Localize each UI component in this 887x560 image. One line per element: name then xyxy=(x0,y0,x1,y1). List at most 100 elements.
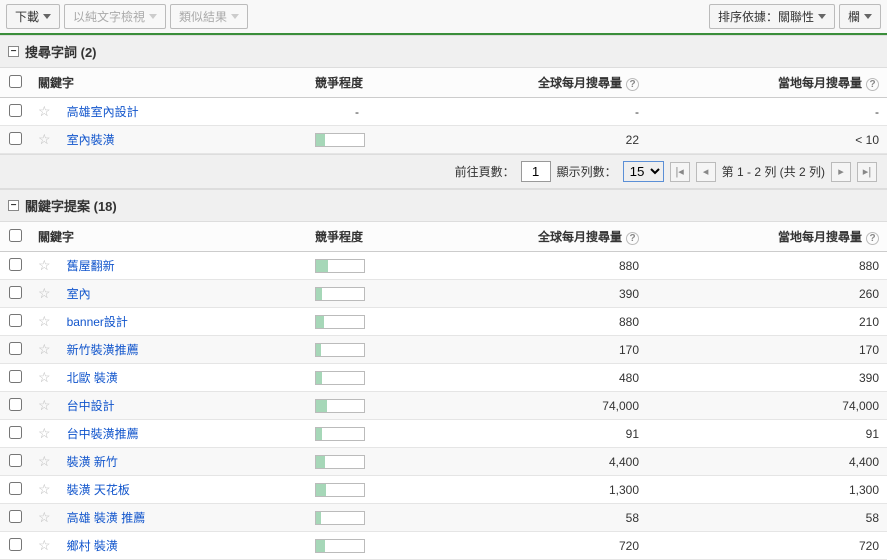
row-checkbox[interactable] xyxy=(9,454,22,467)
keyword-link[interactable]: 室內 xyxy=(67,287,91,301)
goto-page-input[interactable] xyxy=(521,161,551,182)
download-button[interactable]: 下載 xyxy=(6,4,60,29)
competition-cell xyxy=(307,532,407,560)
prev-page-button[interactable]: ◂ xyxy=(696,162,716,182)
last-page-button[interactable]: ▸| xyxy=(857,162,877,182)
table-row: ☆裝潢 天花板1,3001,300 xyxy=(0,476,887,504)
col-global: 全球每月搜尋量? xyxy=(407,68,647,98)
global-searches: 390 xyxy=(407,280,647,308)
keyword-link[interactable]: 鄉村 裝潢 xyxy=(67,539,118,553)
collapse-icon[interactable]: − xyxy=(8,200,19,211)
col-competition: 競爭程度 xyxy=(307,222,407,252)
table-row: ☆台中設計74,00074,000 xyxy=(0,392,887,420)
row-checkbox[interactable] xyxy=(9,482,22,495)
help-icon[interactable]: ? xyxy=(626,78,639,91)
star-icon[interactable]: ☆ xyxy=(38,481,51,497)
competition-cell xyxy=(307,420,407,448)
keyword-link[interactable]: 北歐 裝潢 xyxy=(67,371,118,385)
keyword-link[interactable]: 新竹裝潢推薦 xyxy=(67,343,139,357)
search-terms-table: 關鍵字 競爭程度 全球每月搜尋量? 當地每月搜尋量? ☆高雄室內設計---☆室內… xyxy=(0,68,887,154)
global-searches: 91 xyxy=(407,420,647,448)
global-searches: 58 xyxy=(407,504,647,532)
help-icon[interactable]: ? xyxy=(866,78,879,91)
star-icon[interactable]: ☆ xyxy=(38,537,51,553)
row-checkbox[interactable] xyxy=(9,426,22,439)
star-icon[interactable]: ☆ xyxy=(38,397,51,413)
table-row: ☆ 室內 390260 xyxy=(0,280,887,308)
row-checkbox[interactable] xyxy=(9,314,22,327)
row-checkbox[interactable] xyxy=(9,104,22,117)
competition-cell xyxy=(307,364,407,392)
star-icon[interactable]: ☆ xyxy=(38,131,51,147)
search-terms-header: − 搜尋字詞 (2) xyxy=(0,35,887,68)
local-searches: 170 xyxy=(647,336,887,364)
star-icon[interactable]: ☆ xyxy=(38,285,51,301)
keyword-link[interactable]: 裝潢 新竹 xyxy=(67,455,118,469)
toolbar: 下載 以純文字檢視 類似結果 排序依據：關聯性 欄 xyxy=(0,0,887,35)
first-page-button[interactable]: |◂ xyxy=(670,162,690,182)
star-icon[interactable]: ☆ xyxy=(38,369,51,385)
goto-label: 前往頁數： xyxy=(455,163,515,180)
view-as-text-button[interactable]: 以純文字檢視 xyxy=(64,4,166,29)
table-row: ☆高雄室內設計--- xyxy=(0,98,887,126)
keyword-link[interactable]: 高雄 裝潢 推薦 xyxy=(67,511,146,525)
table-row: ☆北歐 裝潢480390 xyxy=(0,364,887,392)
rows-select[interactable]: 15 xyxy=(623,161,664,182)
global-searches: 720 xyxy=(407,532,647,560)
local-searches: 880 xyxy=(647,252,887,280)
row-checkbox[interactable] xyxy=(9,342,22,355)
row-checkbox[interactable] xyxy=(9,132,22,145)
keyword-link[interactable]: 高雄室內設計 xyxy=(67,105,139,119)
next-page-button[interactable]: ▸ xyxy=(831,162,851,182)
keyword-link[interactable]: 舊屋翻新 xyxy=(67,259,115,273)
star-icon[interactable]: ☆ xyxy=(38,313,51,329)
collapse-icon[interactable]: − xyxy=(8,46,19,57)
star-icon[interactable]: ☆ xyxy=(38,257,51,273)
col-local: 當地每月搜尋量? xyxy=(647,222,887,252)
keyword-link[interactable]: 台中設計 xyxy=(67,399,115,413)
row-checkbox[interactable] xyxy=(9,538,22,551)
star-icon[interactable]: ☆ xyxy=(38,341,51,357)
star-icon[interactable]: ☆ xyxy=(38,453,51,469)
keyword-link[interactable]: 台中裝潢推薦 xyxy=(67,427,139,441)
keyword-ideas-header: − 關鍵字提案 (18) xyxy=(0,189,887,222)
competition-cell xyxy=(307,252,407,280)
row-checkbox[interactable] xyxy=(9,398,22,411)
table-row: ☆高雄 裝潢 推薦5858 xyxy=(0,504,887,532)
select-all-checkbox[interactable] xyxy=(9,229,22,242)
local-searches: 260 xyxy=(647,280,887,308)
caret-down-icon xyxy=(231,14,239,19)
col-competition: 競爭程度 xyxy=(307,68,407,98)
keyword-link[interactable]: 室內裝潢 xyxy=(67,133,115,147)
competition-cell xyxy=(307,126,407,154)
table-row: ☆室內裝潢22< 10 xyxy=(0,126,887,154)
row-checkbox[interactable] xyxy=(9,370,22,383)
row-checkbox[interactable] xyxy=(9,510,22,523)
star-icon[interactable]: ☆ xyxy=(38,425,51,441)
global-searches: 74,000 xyxy=(407,392,647,420)
keyword-link[interactable]: 裝潢 天花板 xyxy=(67,483,130,497)
star-icon[interactable]: ☆ xyxy=(38,103,51,119)
col-keyword: 關鍵字 xyxy=(30,68,307,98)
keyword-ideas-table: 關鍵字 競爭程度 全球每月搜尋量? 當地每月搜尋量? ☆舊屋翻新880880☆室… xyxy=(0,222,887,560)
local-searches: 91 xyxy=(647,420,887,448)
help-icon[interactable]: ? xyxy=(626,232,639,245)
competition-cell xyxy=(307,504,407,532)
row-checkbox[interactable] xyxy=(9,258,22,271)
table-row: ☆鄉村 裝潢720720 xyxy=(0,532,887,560)
caret-down-icon xyxy=(864,14,872,19)
select-all-checkbox[interactable] xyxy=(9,75,22,88)
sort-by-button[interactable]: 排序依據：關聯性 xyxy=(709,4,835,29)
columns-button[interactable]: 欄 xyxy=(839,4,881,29)
local-searches: 210 xyxy=(647,308,887,336)
star-icon[interactable]: ☆ xyxy=(38,509,51,525)
help-icon[interactable]: ? xyxy=(866,232,879,245)
local-searches: 4,400 xyxy=(647,448,887,476)
rows-label: 顯示列數： xyxy=(557,163,617,180)
competition-cell xyxy=(307,392,407,420)
table-row: ☆banner設計880210 xyxy=(0,308,887,336)
row-checkbox[interactable] xyxy=(9,286,22,299)
similar-results-button[interactable]: 類似結果 xyxy=(170,4,248,29)
keyword-link[interactable]: banner設計 xyxy=(67,315,128,329)
section-title: 關鍵字提案 (18) xyxy=(25,196,117,215)
